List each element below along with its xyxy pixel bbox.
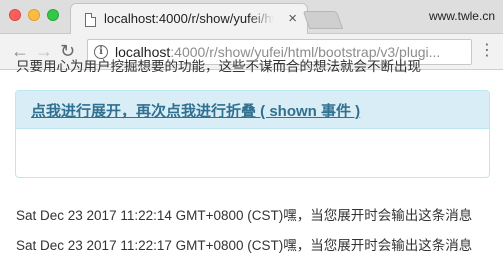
new-tab-button[interactable] <box>302 11 344 29</box>
log-line: Sat Dec 23 2017 11:22:17 GMT+0800 (CST)嘿… <box>16 238 473 253</box>
panel-body-text: 只要用心为用户挖掘想要的功能，这些不谋而合的想法就会不断出现 <box>16 59 421 74</box>
tab-title: localhost:4000/r/show/yufei/ht <box>104 11 274 26</box>
close-window-button[interactable] <box>9 9 21 21</box>
collapse-toggle-link[interactable]: 点我进行展开，再次点我进行折叠 ( shown 事件 ) <box>31 103 360 120</box>
tab-close-icon[interactable]: × <box>288 10 297 28</box>
panel-heading: 点我进行展开，再次点我进行折叠 ( shown 事件 ) <box>16 91 489 129</box>
browser-titlebar: localhost:4000/r/show/yufei/ht × www.twl… <box>0 0 503 35</box>
minimize-window-button[interactable] <box>28 9 40 21</box>
watermark-brand: www.twle.cn <box>428 9 495 23</box>
collapse-panel: 点我进行展开，再次点我进行折叠 ( shown 事件 ) <box>15 90 490 178</box>
kebab-menu-icon[interactable]: ⋮ <box>479 42 495 60</box>
document-icon <box>85 13 96 27</box>
maximize-window-button[interactable] <box>47 9 59 21</box>
log-line: Sat Dec 23 2017 11:22:14 GMT+0800 (CST)嘿… <box>16 208 473 223</box>
browser-tab-active[interactable]: localhost:4000/r/show/yufei/ht × <box>70 3 308 35</box>
